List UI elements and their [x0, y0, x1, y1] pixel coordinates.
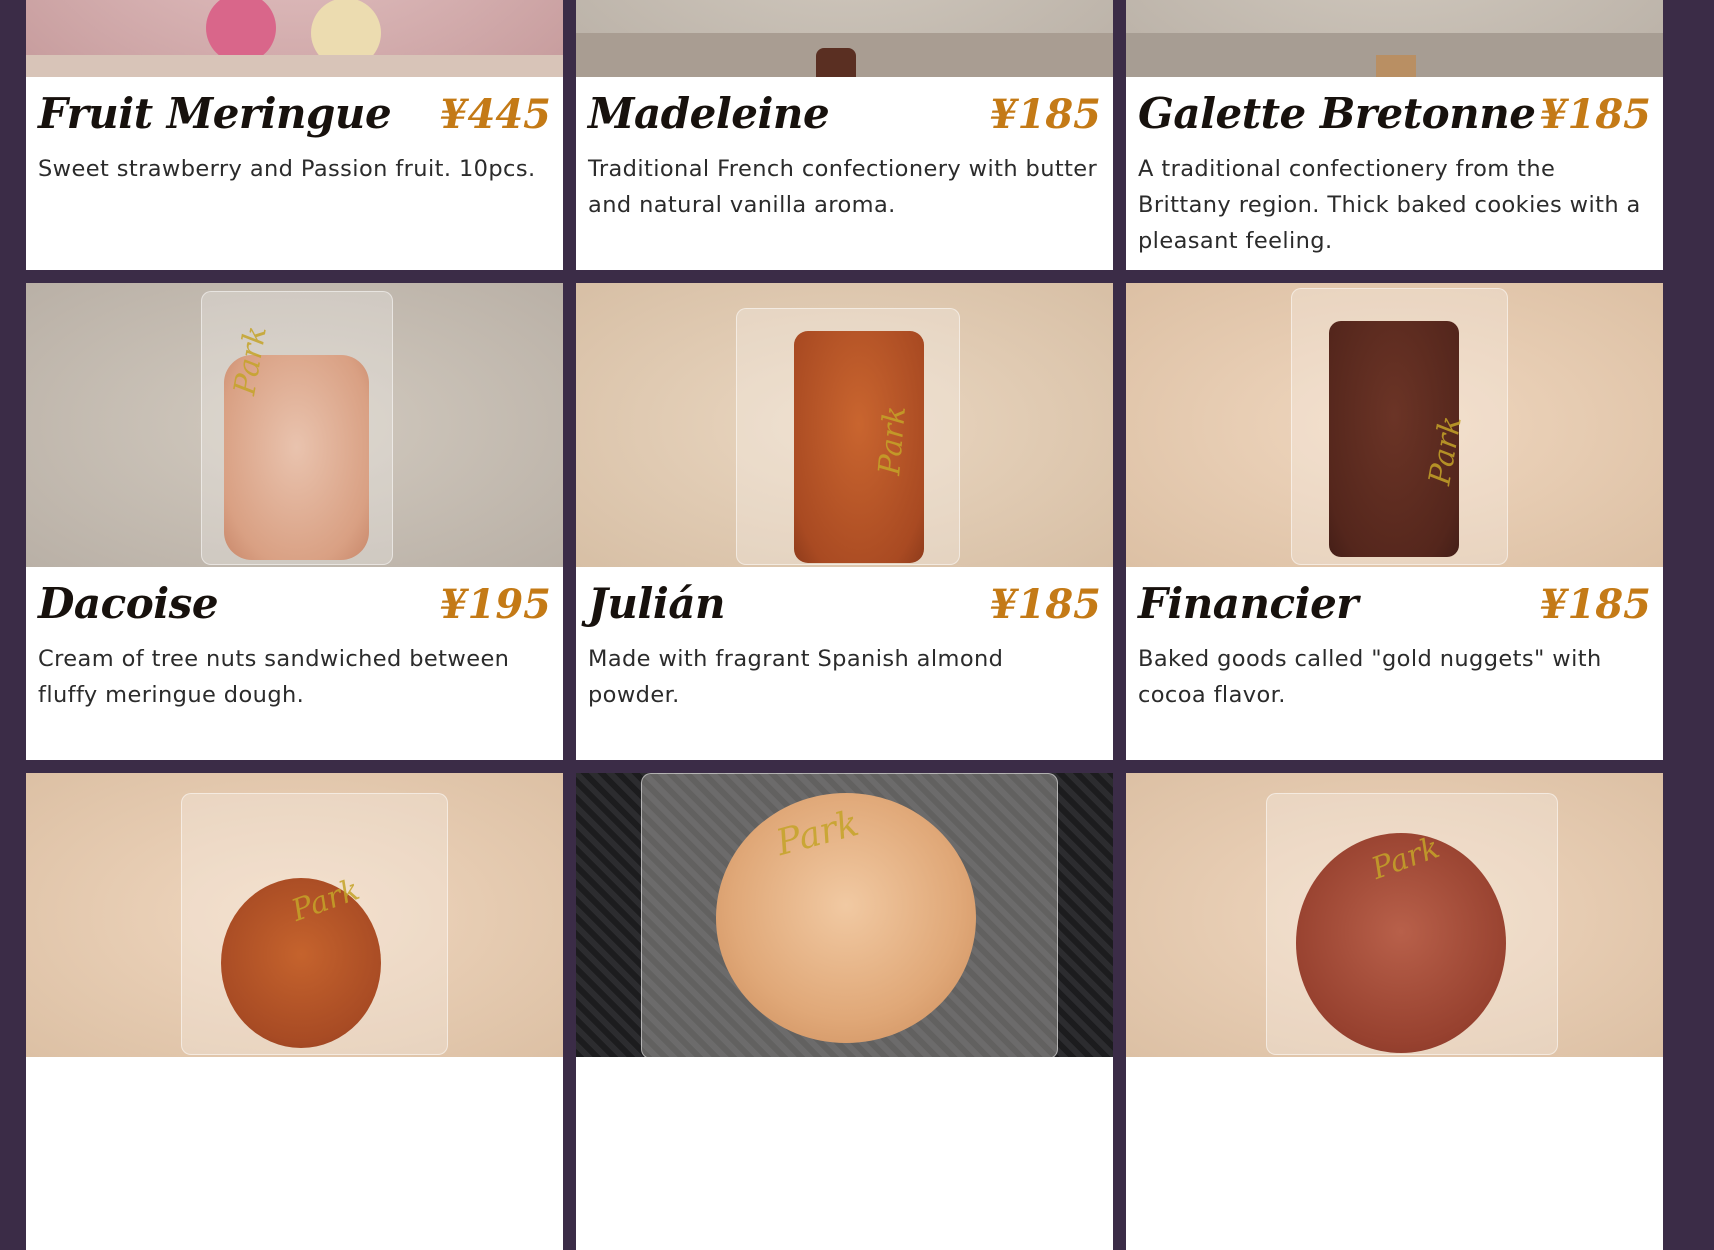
product-name: Fruit Meringue: [38, 89, 392, 138]
product-card-financier[interactable]: Park Financier ¥185 Baked goods called "…: [1126, 283, 1663, 760]
photo-surface: [26, 55, 563, 77]
product-price: ¥185: [989, 91, 1101, 138]
product-card-galette-bretonne[interactable]: Galette Bretonne ¥185 A traditional conf…: [1126, 0, 1663, 270]
product-photo[interactable]: Park: [1126, 773, 1663, 1057]
product-name: Financier: [1138, 579, 1358, 628]
madeleine-shape: [816, 48, 856, 77]
product-photo[interactable]: Park: [26, 283, 563, 567]
product-description: Baked goods called "gold nuggets" with c…: [1138, 646, 1602, 709]
product-card-fruit-meringue[interactable]: Fruit Meringue ¥445 Sweet strawberry and…: [26, 0, 563, 270]
product-card-dacoise[interactable]: Park Dacoise ¥195 Cream of tree nuts san…: [26, 283, 563, 760]
product-grid: Fruit Meringue ¥445 Sweet strawberry and…: [26, 0, 1663, 1250]
product-photo[interactable]: Park: [1126, 283, 1663, 567]
product-description: Traditional French confectionery with bu…: [588, 156, 1098, 219]
product-description: Sweet strawberry and Passion fruit. 10pc…: [38, 156, 536, 183]
wrapper-print: Park: [872, 404, 914, 477]
product-description: A traditional confectionery from the Bri…: [1138, 156, 1641, 255]
product-name: Julián: [588, 579, 726, 628]
product-description: Made with fragrant Spanish almond powder…: [588, 646, 1004, 709]
product-card[interactable]: Park: [1126, 773, 1663, 1250]
product-description: Cream of tree nuts sandwiched between fl…: [38, 646, 510, 709]
product-price: ¥185: [989, 581, 1101, 628]
product-card-madeleine[interactable]: Madeleine ¥185 Traditional French confec…: [576, 0, 1113, 270]
product-photo[interactable]: [1126, 0, 1663, 77]
meringue-shape: [206, 0, 276, 63]
product-photo[interactable]: Park: [26, 773, 563, 1057]
product-photo[interactable]: Park: [576, 283, 1113, 567]
product-name: Madeleine: [588, 89, 830, 138]
product-price: ¥445: [439, 91, 551, 138]
product-name: Dacoise: [38, 579, 219, 628]
product-price: ¥185: [1539, 91, 1651, 138]
product-card-julian[interactable]: Park Julián ¥185 Made with fragrant Span…: [576, 283, 1113, 760]
product-price: ¥185: [1539, 581, 1651, 628]
product-photo[interactable]: [576, 0, 1113, 77]
product-price: ¥195: [439, 581, 551, 628]
galette-shape: [1376, 55, 1416, 77]
product-photo[interactable]: Park: [576, 773, 1113, 1057]
product-name: Galette Bretonne: [1138, 89, 1536, 138]
product-card[interactable]: Park: [576, 773, 1113, 1250]
product-card[interactable]: Park: [26, 773, 563, 1250]
product-photo[interactable]: [26, 0, 563, 77]
